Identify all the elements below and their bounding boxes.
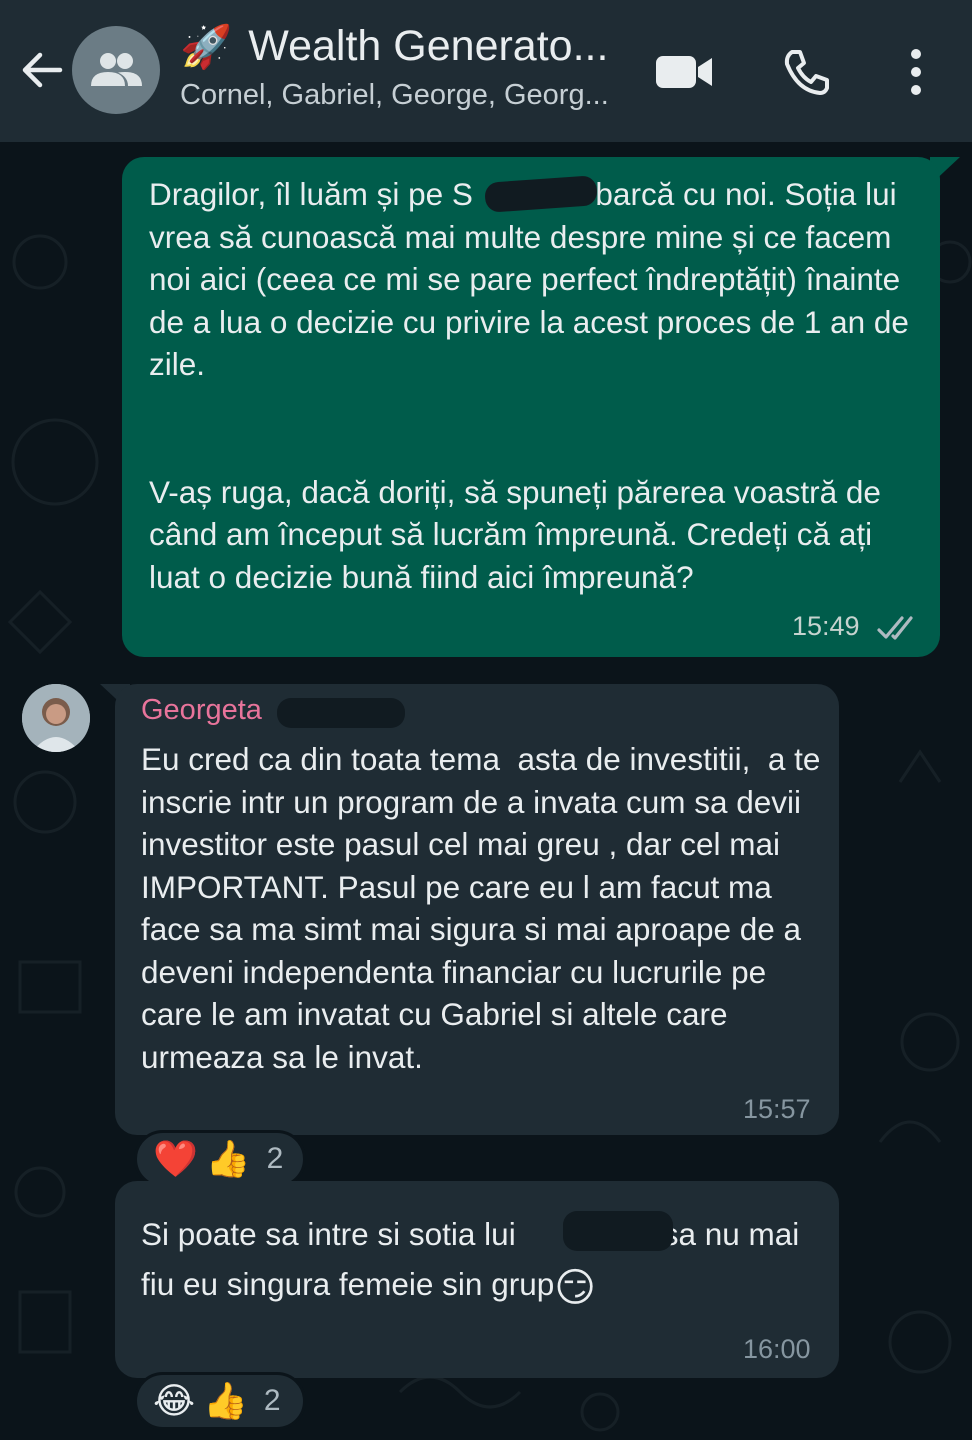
voice-call-button[interactable] — [778, 44, 842, 100]
message-time: 15:49 — [792, 611, 860, 641]
message-time: 15:57 — [743, 1094, 811, 1124]
profile-photo — [22, 684, 90, 752]
heart-reaction: ❤️ — [153, 1138, 198, 1179]
thumbs-up-reaction: 👍 — [205, 1138, 251, 1179]
thumbs-up-reaction: 👍 — [203, 1380, 248, 1421]
group-icon — [91, 53, 142, 86]
chat-title-area[interactable]: 🚀 Wealth Generato... Cornel, Gabriel, Ge… — [180, 22, 630, 112]
sender-name[interactable]: Georgeta — [141, 694, 262, 727]
redaction-mark — [563, 1211, 673, 1251]
reaction-count: 2 — [266, 1142, 284, 1175]
message-text-body: Si poate sa intre si sotia lui ca sa nu … — [141, 1216, 809, 1302]
more-vertical-icon — [911, 49, 921, 95]
chat-participants: Cornel, Gabriel, George, Georg... — [180, 79, 609, 111]
message-reactions[interactable]: ❤️ 👍 2 — [134, 1130, 306, 1188]
message-text: Dragilor, îl luăm și pe S în barcă cu no… — [149, 176, 909, 595]
message-time: 16:00 — [743, 1334, 811, 1364]
message-text: Eu cred ca din toata tema asta de invest… — [141, 741, 830, 1075]
back-button[interactable] — [18, 46, 66, 94]
rocket-icon: 🚀 — [180, 22, 233, 70]
sender-avatar[interactable] — [22, 684, 90, 752]
group-avatar[interactable] — [72, 26, 160, 114]
incoming-message[interactable]: Si poate sa intre si sotia lui ca sa nu … — [115, 1181, 839, 1378]
video-call-icon — [656, 56, 712, 88]
laughing-reaction: 😂 — [153, 1380, 196, 1421]
phone-icon — [784, 50, 829, 95]
more-options-button[interactable] — [884, 44, 944, 100]
back-arrow-icon — [22, 52, 63, 88]
chat-title: 🚀 Wealth Generato... — [180, 22, 630, 71]
smirk-emoji: 😏 — [554, 1266, 596, 1310]
double-check-icon — [877, 616, 913, 640]
chat-title-text: Wealth Generato... — [248, 22, 609, 70]
reaction-count: 2 — [263, 1384, 281, 1417]
incoming-message[interactable]: Georgeta Eu cred ca din toata tema asta … — [115, 684, 839, 1135]
message-text: Si poate sa intre si sotia lui ca sa nu … — [141, 1209, 831, 1313]
message-reactions[interactable]: 😂 👍 2 — [134, 1372, 306, 1430]
video-call-button[interactable] — [652, 44, 716, 100]
outgoing-message[interactable]: Dragilor, îl luăm și pe S în barcă cu no… — [122, 157, 940, 657]
redaction-mark — [277, 698, 405, 728]
chat-header: 🚀 Wealth Generato... Cornel, Gabriel, Ge… — [0, 0, 972, 142]
